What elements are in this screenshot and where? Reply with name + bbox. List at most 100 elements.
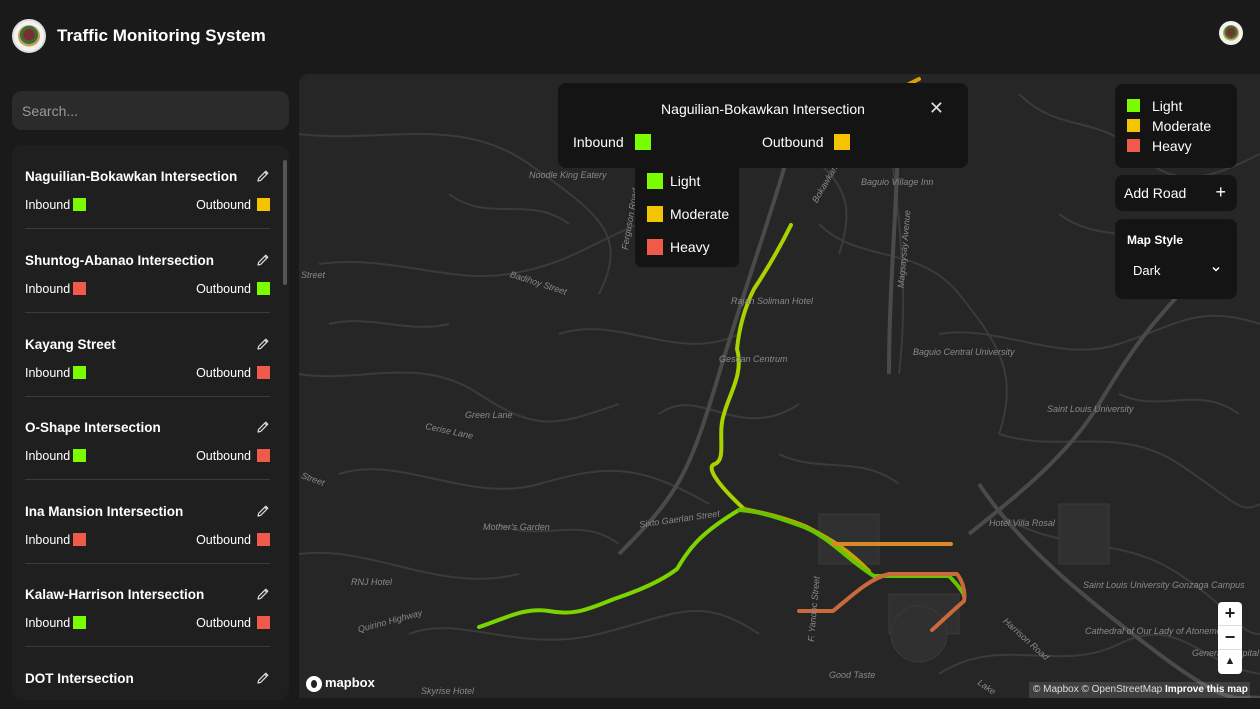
list-scrollbar[interactable] [283,160,287,285]
mapbox-icon [306,675,322,692]
popup-inbound-label: Inbound [573,134,624,150]
map-style-panel: Map Style Dark [1115,219,1237,299]
inbound-status [73,616,86,629]
inbound-label: Inbound [25,198,71,212]
add-road-button[interactable]: Add Road + [1115,175,1237,211]
inbound-status [73,533,86,546]
moderate-swatch [647,206,663,222]
chevron-down-icon [1212,266,1220,272]
add-road-label: Add Road [1124,185,1187,201]
map-style-select[interactable]: Dark [1124,257,1228,285]
inbound-status [73,282,86,295]
edit-icon[interactable] [256,504,270,518]
outbound-status [257,449,270,462]
user-avatar[interactable] [1219,21,1243,45]
list-item[interactable]: DOT Intersection [25,647,270,700]
zoom-in-button[interactable]: + [1218,602,1242,626]
city-seal-logo [12,19,46,53]
intersection-name: Kayang Street [25,337,116,352]
list-item[interactable]: Kalaw-Harrison Intersection Inbound Outb… [25,563,270,647]
inbound-status [73,366,86,379]
outbound-status [257,282,270,295]
option-label: Heavy [670,239,710,255]
intersection-popup: Naguilian-Bokawkan Intersection ✕ Inboun… [558,83,968,168]
edit-icon[interactable] [256,671,270,685]
intersection-name: Ina Mansion Intersection [25,504,184,519]
map-label: Baguio Village Inn [861,177,934,187]
map-label: Mother's Garden [483,522,550,532]
list-item[interactable]: Naguilian-Bokawkan Intersection Inbound … [25,145,270,229]
inbound-label: Inbound [25,533,71,547]
inbound-status [73,198,86,211]
map-label: Street [301,270,326,280]
legend-label: Moderate [1152,118,1212,134]
attribution-text: © Mapbox © OpenStreetMap [1033,684,1163,695]
map-label: Rajah Soliman Hotel [731,296,814,306]
edit-icon[interactable] [256,420,270,434]
inbound-label: Inbound [25,449,71,463]
edit-icon[interactable] [256,337,270,351]
map-label: Skyrise Hotel [421,686,475,696]
app-header: Traffic Monitoring System [0,0,1260,72]
inbound-status [73,449,86,462]
search-input[interactable] [12,91,289,130]
map-label: Saint Louis University [1047,404,1134,414]
close-icon[interactable]: ✕ [929,98,944,119]
outbound-status [257,366,270,379]
list-item[interactable]: Kayang Street Inbound Outbound [25,313,270,397]
edit-icon[interactable] [256,587,270,601]
list-item[interactable]: O-Shape Intersection Inbound Outbound [25,396,270,480]
popup-outbound-label: Outbound [762,134,824,150]
map-label: Gesdan Centrum [719,354,788,364]
intersection-name: O-Shape Intersection [25,420,161,435]
mapbox-logo[interactable]: mapbox [306,675,375,693]
outbound-label: Outbound [196,366,251,380]
heavy-swatch [647,239,663,255]
option-label: Light [670,173,701,189]
popup-inbound-status[interactable] [635,134,651,150]
mapbox-wordmark: mapbox [325,675,375,690]
outbound-status [257,533,270,546]
outbound-label: Outbound [196,449,251,463]
compass-button[interactable]: ▲ [1218,650,1242,674]
heavy-swatch [1127,139,1140,152]
list-item[interactable]: Shuntog-Abanao Intersection Inbound Outb… [25,229,270,313]
outbound-label: Outbound [196,616,251,630]
inbound-label: Inbound [25,366,71,380]
map-label: Noodle King Eatery [529,170,607,180]
map-label: Green Lane [465,410,513,420]
intersection-name: DOT Intersection [25,671,134,686]
list-item[interactable]: Ina Mansion Intersection Inbound Outboun… [25,480,270,564]
intersection-name: Naguilian-Bokawkan Intersection [25,169,238,184]
traffic-legend: Light Moderate Heavy [1115,84,1237,168]
map-label: Baguio Central University [913,347,1015,357]
map-attribution[interactable]: © Mapbox © OpenStreetMap Improve this ma… [1029,682,1250,698]
app-title: Traffic Monitoring System [57,26,266,45]
map-label: Good Taste [829,670,876,680]
edit-icon[interactable] [256,169,270,183]
legend-label: Light [1152,98,1183,114]
improve-map-link[interactable]: Improve this map [1165,684,1248,695]
popup-outbound-status[interactable] [834,134,850,150]
status-dropdown[interactable]: Light Moderate Heavy [635,163,739,267]
inbound-label: Inbound [25,616,71,630]
outbound-status [257,198,270,211]
map-label: Cathedral of Our Lady of Atonement [1085,626,1230,636]
plus-icon: + [1215,182,1226,202]
outbound-label: Outbound [196,282,251,296]
edit-icon[interactable] [256,253,270,267]
intersection-list[interactable]: Naguilian-Bokawkan Intersection Inbound … [12,145,289,700]
map-label: Hotel Villa Rosal [989,518,1055,528]
outbound-label: Outbound [196,198,251,212]
map-label: RNJ Hotel [351,577,393,587]
zoom-out-button[interactable]: − [1218,626,1242,650]
map-style-value: Dark [1133,263,1161,278]
legend-label: Heavy [1152,138,1192,154]
intersection-name: Shuntog-Abanao Intersection [25,253,214,268]
zoom-controls: + − ▲ [1218,602,1242,674]
outbound-status [257,616,270,629]
popup-title: Naguilian-Bokawkan Intersection [661,101,865,117]
inbound-label: Inbound [25,282,71,296]
map-label: Saint Louis University Gonzaga Campus [1083,580,1245,590]
option-label: Moderate [670,206,730,222]
